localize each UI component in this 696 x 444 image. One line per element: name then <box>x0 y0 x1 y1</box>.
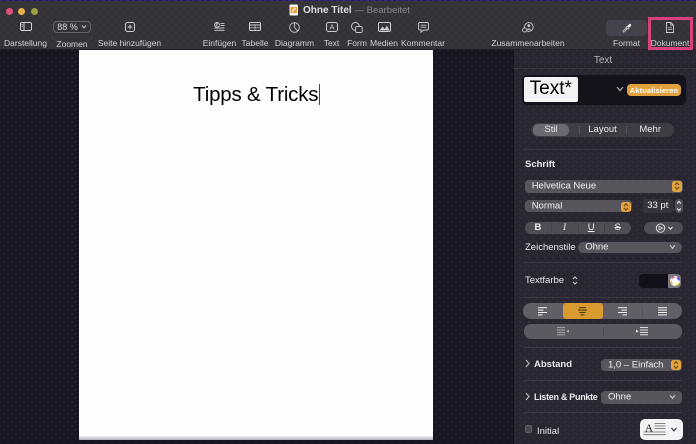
svg-text:A: A <box>329 23 334 32</box>
svg-text:A: A <box>645 423 653 435</box>
